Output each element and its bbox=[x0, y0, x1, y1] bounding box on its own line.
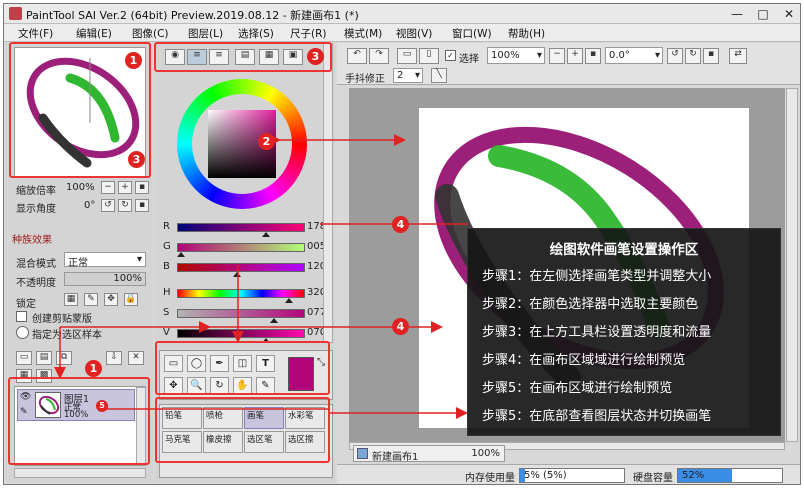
overlay-step: 步骤5：在画布区域进行绘制预览 bbox=[482, 381, 673, 396]
overlay-step: 步骤1：在左侧选择画笔类型并调整大小 bbox=[482, 269, 712, 284]
overlay-step: 步骤4：在画布区域域进行绘制预览 bbox=[482, 353, 686, 368]
badge-2-colorwheel: 2 bbox=[258, 133, 275, 150]
badge-3-navigator: 3 bbox=[128, 151, 145, 168]
badge-1-layers: 1 bbox=[85, 360, 102, 377]
badge-3-modes: 3 bbox=[307, 48, 324, 65]
overlay-title: 绘图软件画笔设置操作区 bbox=[549, 242, 699, 258]
instructions-overlay: 绘图软件画笔设置操作区 步骤1：在左侧选择画笔类型并调整大小 步骤2：在颜色选择… bbox=[467, 228, 781, 436]
badge-1-navigator: 1 bbox=[125, 52, 142, 69]
overlay-step: 步骤3：在上方工具栏设置透明度和流量 bbox=[482, 325, 712, 340]
overlay-step: 步骤2：在颜色选择器中选取主要颜色 bbox=[482, 297, 699, 312]
badge-4-canvas: 4 bbox=[392, 318, 409, 335]
overlay-step: 步骤5：在底部查看图层状态并切换画笔 bbox=[482, 409, 712, 424]
badge-4-sliders: 4 bbox=[392, 216, 409, 233]
badge-5-layer: 5 bbox=[96, 400, 108, 412]
